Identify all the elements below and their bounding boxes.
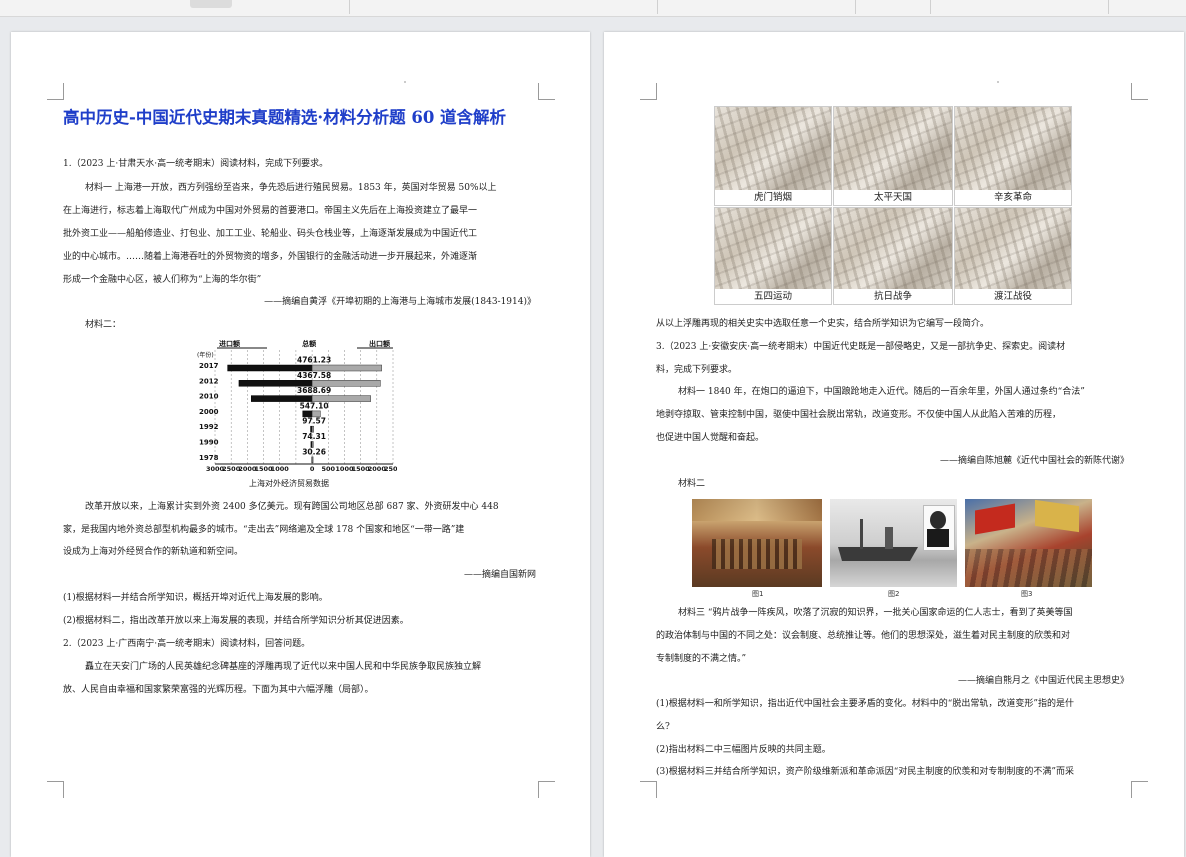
relief-caption: 虎门销烟 [715, 190, 831, 205]
q3-material-3-line: 的政治体制与中国的不同之处：议会制度、总统推让等。他们的思想深处，滋生着对民主制… [656, 631, 1071, 641]
crop-mark [538, 781, 555, 798]
toolbar-divider [930, 0, 931, 14]
chart-category-label: 1992 [199, 423, 219, 431]
q2-task: 从以上浮雕再现的相关史实中选取任意一个史实，结合所学知识为它编写一段简介。 [656, 319, 990, 329]
toolbar-divider [855, 0, 856, 14]
q1-material-1-line: 在上海进行，标志着上海取代广州成为中国对外贸易的首要港口。帝国主义先后在上海投资… [63, 206, 478, 216]
q3-sub-question: (2)指出材料二中三幅图片反映的共同主题。 [656, 745, 831, 755]
figure-1-photo [692, 499, 822, 587]
chart-total-label: 74.31 [302, 432, 326, 441]
crop-mark [1131, 83, 1148, 100]
q1-material-1-line: 材料一 上海港一开放，西方列强纷至沓来，争先恐后进行殖民贸易。1853 年，英国… [85, 183, 497, 193]
chart-tick-label: 1000 [271, 465, 290, 472]
relief-photo: 五四运动 [714, 207, 832, 305]
q1-sub-question: (1)根据材料一并结合所学知识，概括开埠对近代上海发展的影响。 [63, 593, 328, 603]
chart-total-label: 97.57 [302, 417, 326, 426]
q1-material-2-line: 改革开放以来，上海累计实到外资 2400 多亿美元。现有跨国公司地区总部 687… [85, 502, 499, 512]
chart-category-label: 1978 [199, 454, 219, 462]
q3-material-1-line: 地剥夺掠取、管束控制中国，驱使中国社会脱出常轨，改道变形。不仅使中国人从此陷入苦… [656, 410, 1062, 420]
figure-3-photo [965, 499, 1092, 587]
q3-material-2-label: 材料二 [678, 479, 706, 489]
question-2-header: 2.（2023 上·广西南宁·高一统考期末）阅读材料，回答问题。 [63, 639, 311, 649]
chart-total-label: 4367.58 [297, 371, 331, 380]
chart-category-label: 2017 [199, 362, 219, 370]
q3-material-1-source: ——摘编自陈旭麓《近代中国社会的新陈代谢》 [939, 456, 1129, 466]
chart-tick-label: 500 [321, 465, 335, 472]
page-dot [997, 81, 999, 83]
figure-2-photo [830, 499, 957, 587]
chart-total-label: 4761.23 [297, 356, 331, 365]
q1-material-2-line: 设成为上海对外经贸合作的新轨道和新空间。 [63, 547, 244, 557]
chart-caption: 上海对外经济贸易数据 [249, 479, 329, 488]
trade-bar-chart: 进口额 总额 出口额 (年份) 2017 4761.23 2012 4367.58 2010 36… [197, 339, 397, 472]
q3-sub-question: (1)根据材料一和所学知识，指出近代中国社会主要矛盾的变化。材料中的“脱出常轨，… [656, 699, 1074, 709]
crop-mark [538, 83, 555, 100]
chart-category-label: 2000 [199, 408, 219, 416]
question-3-header: 3.（2023 上·安徽安庆·高一统考期末）中国近代史既是一部侵略史，又是一部抗… [656, 342, 1066, 352]
q3-material-3-source: ——摘编自熊月之《中国近代民主思想史》 [957, 676, 1129, 686]
chart-export-bar [311, 456, 314, 464]
chart-total-label: 3688.69 [297, 386, 331, 395]
toolbar-strip [0, 0, 1186, 17]
chart-center-header: 总额 [302, 339, 316, 348]
q3-sub-question: 么? [656, 722, 670, 732]
q1-material-1-line: 业的中心城市。……随着上海港吞吐的外贸物资的增多，外国银行的金融活动进一步开展起… [63, 252, 478, 262]
chart-tick-label: 2500 [384, 465, 397, 472]
chart-category-label: 2012 [199, 377, 219, 385]
relief-photo: 辛亥革命 [954, 106, 1072, 206]
page-dot [404, 81, 406, 83]
document-page-1[interactable]: 高中历史-中国近代史期末真题精选·材料分析题 60 道含解析 1.（2023 上… [11, 32, 590, 857]
relief-photo: 虎门销烟 [714, 106, 832, 206]
relief-photo: 抗日战争 [833, 207, 953, 305]
question-1-header: 1.（2023 上·甘肃天水·高一统考期末）阅读材料，完成下列要求。 [63, 159, 329, 169]
q3-sub-question: (3)根据材料三并结合所学知识，资产阶级维新派和革命派因“对民主制度的欣羡和对专… [656, 767, 1074, 777]
q1-material-2-line: 家，是我国内地外资总部型机构最多的城市。“走出去”网络遍及全球 178 个国家和… [63, 525, 465, 535]
relief-caption: 太平天国 [834, 190, 952, 205]
question-3-header: 料，完成下列要求。 [656, 365, 738, 375]
toolbar-divider [657, 0, 658, 14]
crop-mark [640, 781, 657, 798]
relief-caption: 五四运动 [715, 289, 831, 304]
page-title: 高中历史-中国近代史期末真题精选·材料分析题 60 道含解析 [63, 108, 507, 127]
relief-caption: 抗日战争 [834, 289, 952, 304]
chart-year-label: (年份) [197, 351, 214, 359]
document-page-2[interactable]: 虎门销烟 太平天国 辛亥革命 五四运动 抗日战争 渡江战役 从以上浮雕再现的相关… [604, 32, 1184, 857]
chart-total-label: 547.10 [300, 401, 329, 410]
figure-3-caption: 图3 [1021, 590, 1033, 598]
toolbar-divider [1108, 0, 1109, 14]
q3-material-3-line: 材料三 “鸦片战争一阵疾风，吹落了沉寂的知识界，一批关心国家命运的仁人志士，看到… [678, 608, 1073, 618]
q2-text-line: 放、人民自由幸福和国家繁荣富强的光辉历程。下面为其中六幅浮雕（局部）。 [63, 685, 374, 695]
chart-tick-label: 0 [310, 465, 315, 472]
q1-material-2-label: 材料二： [85, 320, 122, 330]
q1-material-2-source: ——摘编自国新网 [463, 570, 536, 580]
q1-material-1-source: ——摘编自黄浮《开埠初期的上海港与上海城市发展(1843-1914)》 [264, 297, 536, 307]
relief-caption: 辛亥革命 [955, 190, 1071, 205]
crop-mark [47, 781, 64, 798]
chart-right-header: 出口额 [369, 339, 390, 348]
figure-1-caption: 图1 [752, 590, 764, 598]
q3-material-1-line: 也促进中国人觉醒和奋起。 [656, 433, 765, 443]
q3-material-1-line: 材料一 1840 年，在炮口的逼迫下，中国踉跄地走入近代。随后的一百余年里，外国… [678, 387, 1085, 397]
chart-category-label: 1990 [199, 439, 219, 447]
crop-mark [47, 83, 64, 100]
q1-material-1-line: 批外资工业——船舶修造业、打包业、加工工业、轮船业、码头仓栈业等，上海逐渐发展成… [63, 229, 478, 239]
relief-caption: 渡江战役 [955, 289, 1071, 304]
crop-mark [1131, 781, 1148, 798]
toolbar-divider [349, 0, 350, 14]
q3-material-3-line: 专制制度的不满之情。” [656, 654, 747, 664]
figure-2-caption: 图2 [888, 590, 900, 598]
q1-material-1-line: 形成一个金融中心区，被人们称为“上海的华尔街” [63, 275, 262, 285]
relief-photo: 渡江战役 [954, 207, 1072, 305]
toolbar-tab[interactable] [190, 0, 232, 8]
q2-text-line: 矗立在天安门广场的人民英雄纪念碑基座的浮雕再现了近代以来中国人民和中华民族争取民… [85, 662, 482, 672]
chart-left-header: 进口额 [219, 339, 240, 348]
crop-mark [640, 83, 657, 100]
chart-category-label: 2010 [199, 393, 219, 401]
relief-photo: 太平天国 [833, 106, 953, 206]
q1-sub-question: (2)根据材料二，指出改革开放以来上海发展的表现，并结合所学知识分析其促进因素。 [63, 616, 409, 626]
chart-total-label: 30.26 [302, 447, 326, 456]
